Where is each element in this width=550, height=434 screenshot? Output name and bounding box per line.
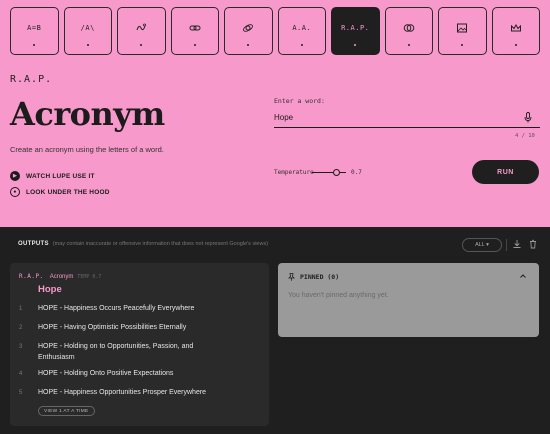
outputs-disclaimer: (may contain inaccurate or offensive inf… (52, 241, 269, 247)
orbit-icon (243, 24, 254, 32)
result-item: 2 HOPE - Having Optimistic Possibilities … (19, 323, 259, 334)
result-item-text: HOPE - Holding Onto Positive Expectation… (38, 370, 174, 377)
crown-icon (510, 23, 521, 32)
result-item-text: HOPE - Having Optimistic Possibilities E… (38, 324, 187, 331)
result-item: 4 HOPE - Holding Onto Positive Expectatio… (19, 369, 259, 380)
result-card: R.A.P. Acronym TEMP 0.7 Hope 1 HOPE - Happi… (10, 263, 269, 426)
outputs-section: OUTPUTS (may contain inaccurate or offens… (0, 227, 550, 434)
pinned-header: PINNED (0) (288, 273, 339, 281)
tab-dot (140, 44, 143, 46)
result-word: Hope (38, 284, 62, 295)
download-icon[interactable] (512, 239, 522, 249)
trash-icon[interactable] (528, 239, 538, 249)
tab-a-a[interactable]: A.A. (277, 7, 326, 55)
tab-crown[interactable] (491, 7, 540, 55)
tab-dot (461, 44, 464, 46)
tab-dot (33, 44, 36, 46)
play-icon: ▶ (10, 171, 20, 181)
link-icon (189, 25, 201, 31)
result-item-number: 3 (19, 344, 23, 350)
temperature-label: Temperature (274, 169, 314, 176)
tab-dot (300, 44, 303, 46)
pinned-panel: PINNED (0) You haven't pinned anything y… (278, 263, 539, 337)
tab-dot (247, 44, 250, 46)
chevron-up-icon[interactable] (519, 272, 527, 280)
tab-orbit[interactable] (224, 7, 273, 55)
result-item: 3 HOPE - Holding on to Opportunities, Pas… (19, 342, 259, 363)
result-item: 5 HOPE - Happiness Opportunities Prosper … (19, 388, 259, 399)
tab-dot (193, 44, 196, 46)
char-counter: 4 / 10 (515, 133, 535, 139)
temperature-slider[interactable] (312, 169, 346, 176)
page-description: Create an acronym using the letters of a… (10, 145, 164, 154)
outputs-filter-dropdown[interactable]: ALL ▾ (462, 238, 502, 252)
result-item-text: HOPE - Happiness Opportunities Prosper E… (38, 389, 207, 396)
word-input[interactable] (274, 108, 540, 128)
result-item: 1 HOPE - Happiness Occurs Peacefully Ever… (19, 304, 259, 315)
tab-label: A.A. (292, 24, 312, 32)
result-item-number: 2 (19, 325, 23, 331)
result-card-header: R.A.P. Acronym TEMP 0.7 (19, 273, 101, 280)
outputs-header: OUTPUTS (may contain inaccurate or offens… (18, 241, 268, 247)
view-one-at-a-time-button[interactable]: VIEW 1 AT A TIME (38, 406, 95, 416)
tool-mark: R.A.P. (10, 74, 53, 85)
pinned-title: PINNED (0) (300, 273, 340, 281)
run-button[interactable]: RUN (472, 160, 539, 184)
tab-dot (407, 44, 410, 46)
result-item-text: HOPE - Holding on to Opportunities, Pass… (38, 343, 194, 361)
result-tool-name: Acronym (49, 274, 74, 280)
tab-slash-a[interactable]: /A\ (63, 7, 112, 55)
slider-knob[interactable] (333, 169, 340, 176)
word-input-label: Enter a word: (274, 97, 325, 105)
tab-rap[interactable]: R.A.P. (331, 7, 380, 55)
result-item-number: 5 (19, 390, 23, 396)
tab-image[interactable] (438, 7, 487, 55)
result-item-number: 1 (19, 306, 23, 312)
under-hood-label: LOOK UNDER THE HOOD (26, 188, 110, 196)
result-temperature: TEMP 0.7 (77, 274, 102, 280)
tab-dot (86, 44, 89, 46)
tab-overlap[interactable] (384, 7, 433, 55)
tab-link[interactable] (170, 7, 219, 55)
tab-label: /A\ (80, 24, 95, 32)
pin-icon (288, 273, 295, 281)
watch-lupe-label: WATCH LUPE USE IT (26, 172, 95, 180)
result-item-text: HOPE - Happiness Occurs Peacefully Every… (38, 305, 195, 312)
microphone-icon[interactable] (524, 112, 532, 123)
outputs-title: OUTPUTS (18, 241, 49, 247)
tab-dot (354, 44, 357, 46)
toolbar-divider (506, 239, 507, 251)
image-icon (457, 23, 468, 33)
eye-icon: ● (10, 187, 20, 197)
result-item-number: 4 (19, 371, 23, 377)
result-tool-tag: R.A.P. (19, 273, 44, 280)
overlap-circles-icon (403, 24, 415, 32)
page-title: Acronym (10, 95, 165, 133)
tab-label: A=B (27, 24, 42, 32)
pinned-empty-message: You haven't pinned anything yet. (288, 292, 389, 299)
tab-label: R.A.P. (341, 24, 370, 32)
tab-squiggle[interactable] (117, 7, 166, 55)
squiggle-icon (136, 23, 147, 31)
tool-tabs: A=B /A\ A.A. R.A.P. (10, 7, 540, 55)
under-hood-link[interactable]: ● LOOK UNDER THE HOOD (10, 187, 110, 197)
tab-dot (514, 44, 517, 46)
tab-a-equals-b[interactable]: A=B (10, 7, 59, 55)
temperature-value: 0.7 (351, 169, 362, 176)
watch-lupe-link[interactable]: ▶ WATCH LUPE USE IT (10, 171, 95, 181)
